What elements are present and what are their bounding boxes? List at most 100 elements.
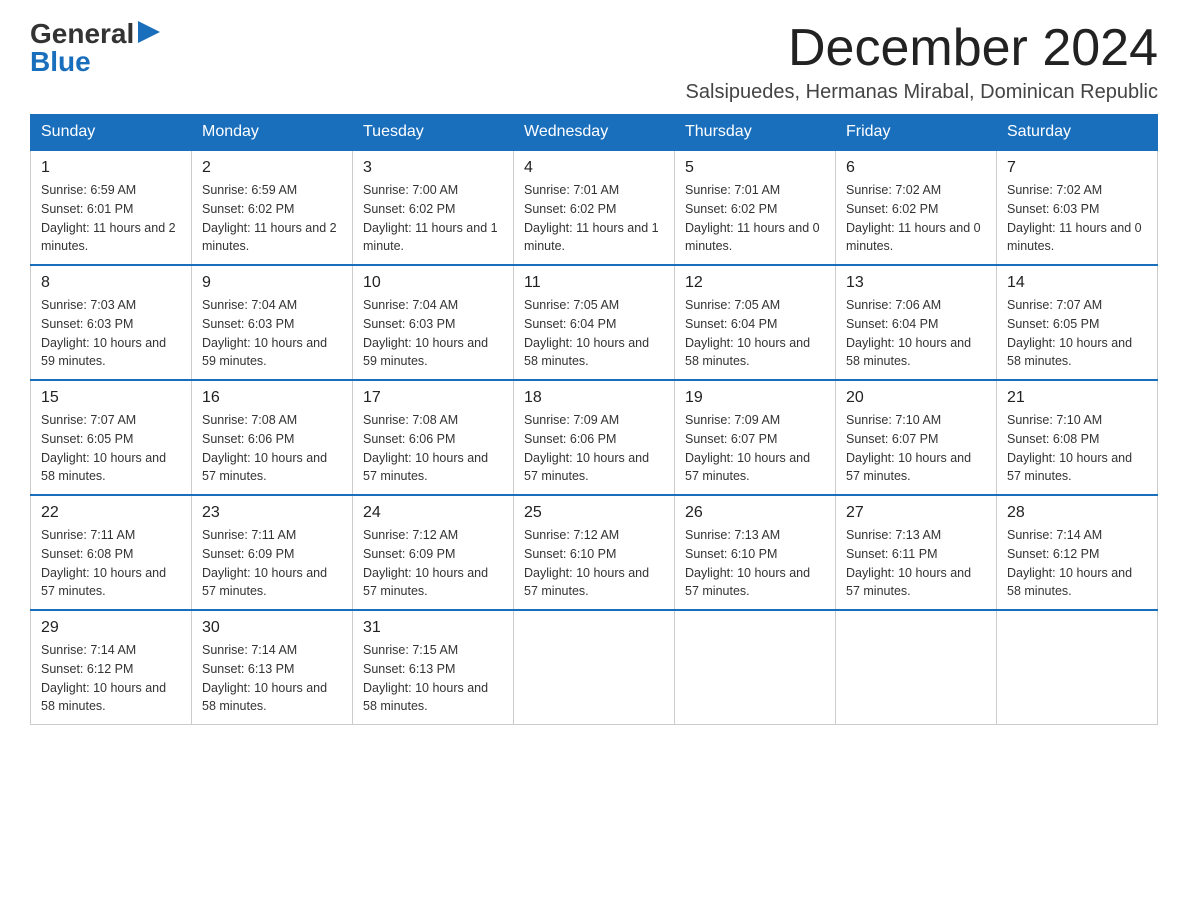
day-info: Sunrise: 7:07 AM Sunset: 6:05 PM Dayligh… [41, 411, 181, 486]
day-info: Sunrise: 7:00 AM Sunset: 6:02 PM Dayligh… [363, 181, 503, 256]
calendar-week-row: 15 Sunrise: 7:07 AM Sunset: 6:05 PM Dayl… [31, 380, 1158, 495]
calendar-cell: 6 Sunrise: 7:02 AM Sunset: 6:02 PM Dayli… [836, 150, 997, 265]
day-info: Sunrise: 7:09 AM Sunset: 6:07 PM Dayligh… [685, 411, 825, 486]
calendar-cell: 12 Sunrise: 7:05 AM Sunset: 6:04 PM Dayl… [675, 265, 836, 380]
day-number: 29 [41, 619, 181, 637]
day-info: Sunrise: 7:10 AM Sunset: 6:08 PM Dayligh… [1007, 411, 1147, 486]
calendar-cell: 9 Sunrise: 7:04 AM Sunset: 6:03 PM Dayli… [192, 265, 353, 380]
calendar-cell: 22 Sunrise: 7:11 AM Sunset: 6:08 PM Dayl… [31, 495, 192, 610]
day-number: 30 [202, 619, 342, 637]
calendar-header-wednesday: Wednesday [514, 115, 675, 151]
day-info: Sunrise: 7:10 AM Sunset: 6:07 PM Dayligh… [846, 411, 986, 486]
day-info: Sunrise: 7:05 AM Sunset: 6:04 PM Dayligh… [524, 296, 664, 371]
calendar-cell: 2 Sunrise: 6:59 AM Sunset: 6:02 PM Dayli… [192, 150, 353, 265]
day-number: 27 [846, 504, 986, 522]
calendar-cell: 15 Sunrise: 7:07 AM Sunset: 6:05 PM Dayl… [31, 380, 192, 495]
calendar-cell: 3 Sunrise: 7:00 AM Sunset: 6:02 PM Dayli… [353, 150, 514, 265]
calendar-table: SundayMondayTuesdayWednesdayThursdayFrid… [30, 114, 1158, 725]
day-number: 21 [1007, 389, 1147, 407]
day-info: Sunrise: 6:59 AM Sunset: 6:02 PM Dayligh… [202, 181, 342, 256]
day-number: 31 [363, 619, 503, 637]
calendar-cell [675, 610, 836, 725]
month-title: December 2024 [686, 20, 1158, 77]
day-info: Sunrise: 7:11 AM Sunset: 6:08 PM Dayligh… [41, 526, 181, 601]
day-number: 17 [363, 389, 503, 407]
day-info: Sunrise: 7:03 AM Sunset: 6:03 PM Dayligh… [41, 296, 181, 371]
calendar-week-row: 29 Sunrise: 7:14 AM Sunset: 6:12 PM Dayl… [31, 610, 1158, 725]
calendar-cell: 13 Sunrise: 7:06 AM Sunset: 6:04 PM Dayl… [836, 265, 997, 380]
day-info: Sunrise: 7:12 AM Sunset: 6:10 PM Dayligh… [524, 526, 664, 601]
calendar-cell: 31 Sunrise: 7:15 AM Sunset: 6:13 PM Dayl… [353, 610, 514, 725]
calendar-cell: 16 Sunrise: 7:08 AM Sunset: 6:06 PM Dayl… [192, 380, 353, 495]
calendar-week-row: 22 Sunrise: 7:11 AM Sunset: 6:08 PM Dayl… [31, 495, 1158, 610]
calendar-cell: 20 Sunrise: 7:10 AM Sunset: 6:07 PM Dayl… [836, 380, 997, 495]
calendar-cell: 17 Sunrise: 7:08 AM Sunset: 6:06 PM Dayl… [353, 380, 514, 495]
logo: General Blue [30, 20, 160, 76]
calendar-header-sunday: Sunday [31, 115, 192, 151]
day-info: Sunrise: 7:15 AM Sunset: 6:13 PM Dayligh… [363, 641, 503, 716]
calendar-cell: 24 Sunrise: 7:12 AM Sunset: 6:09 PM Dayl… [353, 495, 514, 610]
day-info: Sunrise: 7:02 AM Sunset: 6:03 PM Dayligh… [1007, 181, 1147, 256]
day-info: Sunrise: 7:14 AM Sunset: 6:13 PM Dayligh… [202, 641, 342, 716]
day-number: 7 [1007, 159, 1147, 177]
day-info: Sunrise: 7:12 AM Sunset: 6:09 PM Dayligh… [363, 526, 503, 601]
day-number: 10 [363, 274, 503, 292]
calendar-cell: 28 Sunrise: 7:14 AM Sunset: 6:12 PM Dayl… [997, 495, 1158, 610]
calendar-cell: 19 Sunrise: 7:09 AM Sunset: 6:07 PM Dayl… [675, 380, 836, 495]
calendar-cell: 21 Sunrise: 7:10 AM Sunset: 6:08 PM Dayl… [997, 380, 1158, 495]
day-number: 20 [846, 389, 986, 407]
calendar-cell: 18 Sunrise: 7:09 AM Sunset: 6:06 PM Dayl… [514, 380, 675, 495]
calendar-cell: 27 Sunrise: 7:13 AM Sunset: 6:11 PM Dayl… [836, 495, 997, 610]
calendar-cell [997, 610, 1158, 725]
day-info: Sunrise: 7:05 AM Sunset: 6:04 PM Dayligh… [685, 296, 825, 371]
calendar-cell: 11 Sunrise: 7:05 AM Sunset: 6:04 PM Dayl… [514, 265, 675, 380]
day-info: Sunrise: 7:01 AM Sunset: 6:02 PM Dayligh… [685, 181, 825, 256]
title-area: December 2024 Salsipuedes, Hermanas Mira… [686, 20, 1158, 104]
day-info: Sunrise: 7:08 AM Sunset: 6:06 PM Dayligh… [202, 411, 342, 486]
day-info: Sunrise: 7:02 AM Sunset: 6:02 PM Dayligh… [846, 181, 986, 256]
day-info: Sunrise: 7:09 AM Sunset: 6:06 PM Dayligh… [524, 411, 664, 486]
day-number: 11 [524, 274, 664, 292]
day-info: Sunrise: 7:04 AM Sunset: 6:03 PM Dayligh… [363, 296, 503, 371]
calendar-cell: 5 Sunrise: 7:01 AM Sunset: 6:02 PM Dayli… [675, 150, 836, 265]
day-number: 26 [685, 504, 825, 522]
day-info: Sunrise: 7:14 AM Sunset: 6:12 PM Dayligh… [1007, 526, 1147, 601]
logo-general-text: General [30, 20, 134, 48]
calendar-cell: 26 Sunrise: 7:13 AM Sunset: 6:10 PM Dayl… [675, 495, 836, 610]
calendar-cell: 7 Sunrise: 7:02 AM Sunset: 6:03 PM Dayli… [997, 150, 1158, 265]
calendar-header-tuesday: Tuesday [353, 115, 514, 151]
day-info: Sunrise: 7:01 AM Sunset: 6:02 PM Dayligh… [524, 181, 664, 256]
day-info: Sunrise: 7:11 AM Sunset: 6:09 PM Dayligh… [202, 526, 342, 601]
day-number: 9 [202, 274, 342, 292]
calendar-week-row: 1 Sunrise: 6:59 AM Sunset: 6:01 PM Dayli… [31, 150, 1158, 265]
day-number: 15 [41, 389, 181, 407]
day-number: 12 [685, 274, 825, 292]
day-number: 23 [202, 504, 342, 522]
calendar-body: 1 Sunrise: 6:59 AM Sunset: 6:01 PM Dayli… [31, 150, 1158, 725]
day-info: Sunrise: 7:08 AM Sunset: 6:06 PM Dayligh… [363, 411, 503, 486]
calendar-cell: 10 Sunrise: 7:04 AM Sunset: 6:03 PM Dayl… [353, 265, 514, 380]
day-number: 25 [524, 504, 664, 522]
calendar-cell: 30 Sunrise: 7:14 AM Sunset: 6:13 PM Dayl… [192, 610, 353, 725]
calendar-header-monday: Monday [192, 115, 353, 151]
calendar-cell: 25 Sunrise: 7:12 AM Sunset: 6:10 PM Dayl… [514, 495, 675, 610]
calendar-header-friday: Friday [836, 115, 997, 151]
calendar-header-thursday: Thursday [675, 115, 836, 151]
day-number: 6 [846, 159, 986, 177]
day-number: 1 [41, 159, 181, 177]
day-number: 22 [41, 504, 181, 522]
calendar-cell: 29 Sunrise: 7:14 AM Sunset: 6:12 PM Dayl… [31, 610, 192, 725]
day-info: Sunrise: 7:14 AM Sunset: 6:12 PM Dayligh… [41, 641, 181, 716]
day-number: 4 [524, 159, 664, 177]
day-info: Sunrise: 7:06 AM Sunset: 6:04 PM Dayligh… [846, 296, 986, 371]
header: General Blue December 2024 Salsipuedes, … [30, 20, 1158, 104]
day-number: 13 [846, 274, 986, 292]
day-number: 14 [1007, 274, 1147, 292]
calendar-cell [514, 610, 675, 725]
logo-blue-text: Blue [30, 48, 91, 76]
day-number: 16 [202, 389, 342, 407]
day-info: Sunrise: 7:13 AM Sunset: 6:10 PM Dayligh… [685, 526, 825, 601]
day-number: 8 [41, 274, 181, 292]
calendar-cell: 4 Sunrise: 7:01 AM Sunset: 6:02 PM Dayli… [514, 150, 675, 265]
day-number: 28 [1007, 504, 1147, 522]
